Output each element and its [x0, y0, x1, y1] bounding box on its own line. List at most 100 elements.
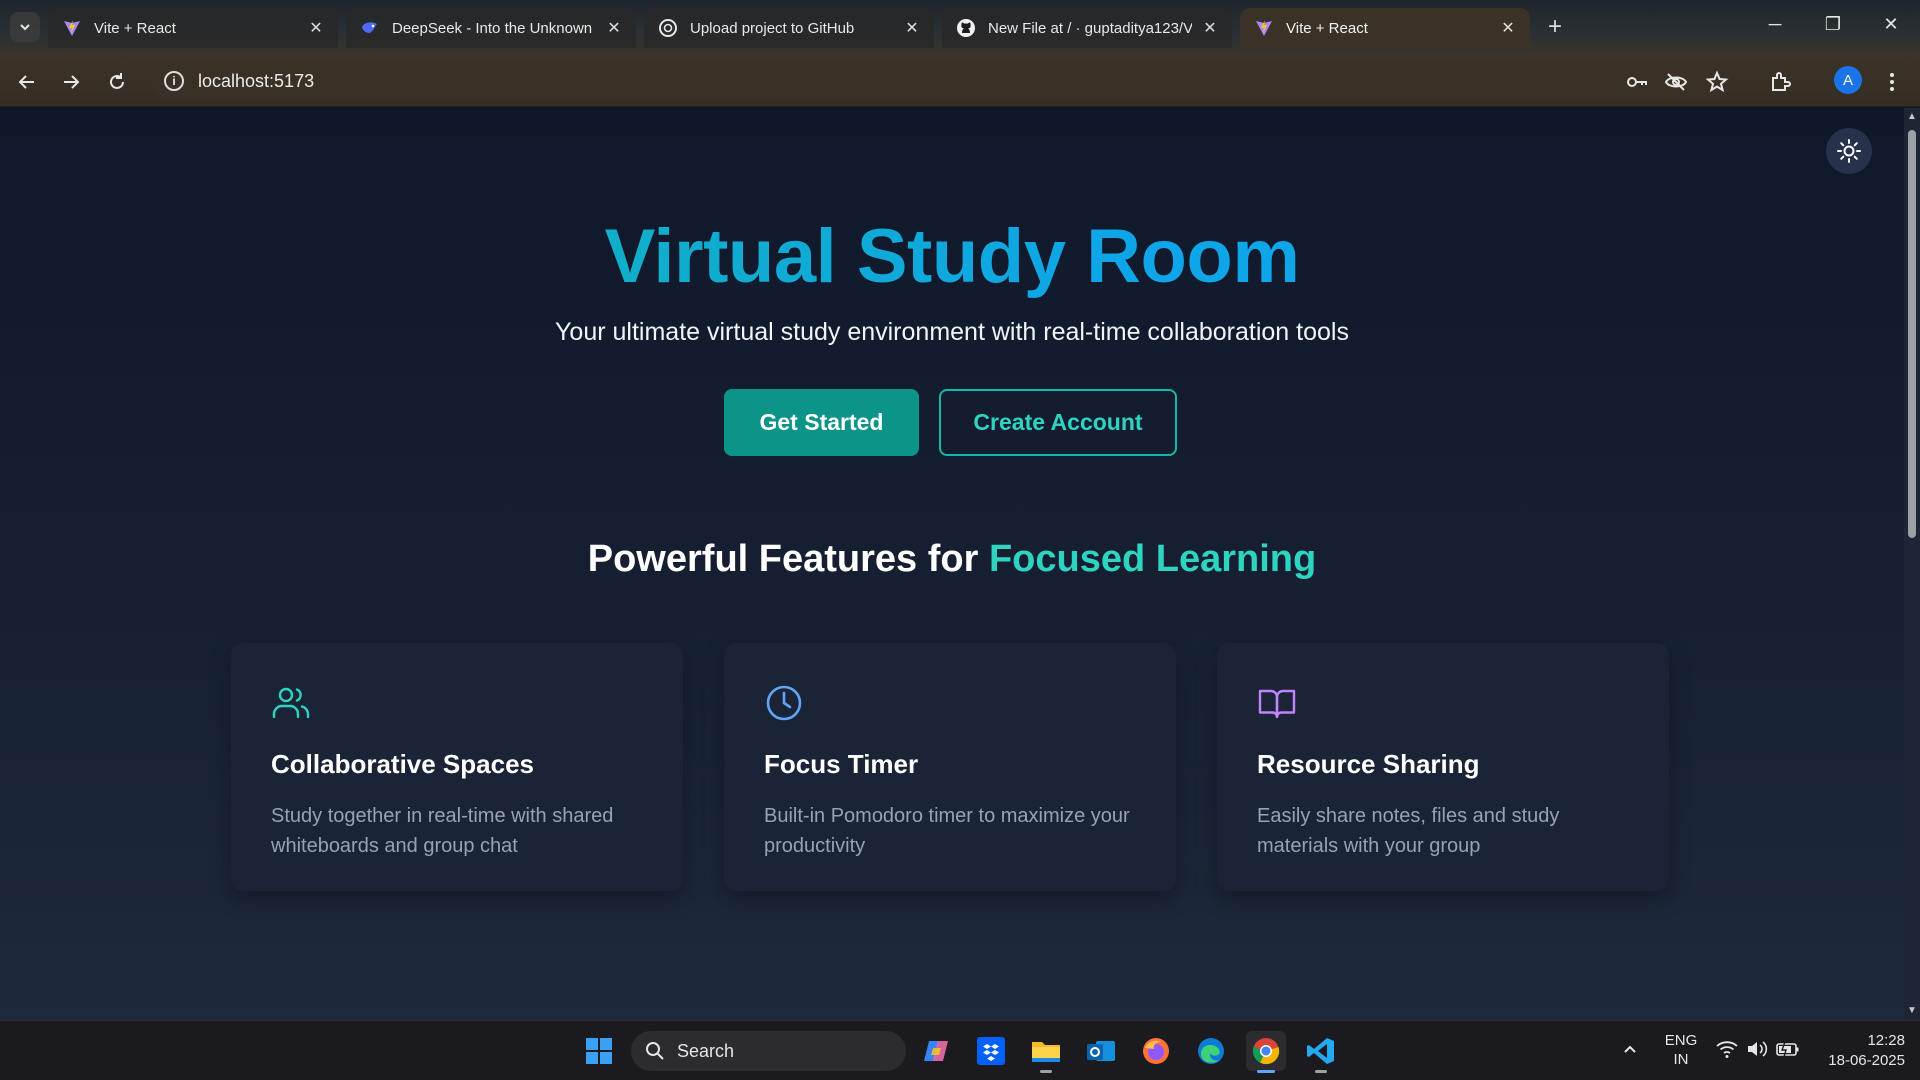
show-hidden-icons-button[interactable]: [1622, 1041, 1638, 1061]
book-open-icon: [1258, 689, 1296, 719]
outlook-app[interactable]: [1081, 1031, 1121, 1071]
battery-icon[interactable]: [1776, 1040, 1800, 1062]
close-icon[interactable]: ✕: [902, 18, 922, 38]
browser-tab[interactable]: Vite + React ✕: [48, 8, 338, 48]
bookmark-star-icon[interactable]: [1703, 68, 1731, 96]
clock-icon: [766, 685, 802, 721]
tab-title: New File at / · guptaditya123/V: [988, 19, 1192, 37]
close-icon[interactable]: ✕: [1498, 18, 1518, 38]
deepseek-icon: [362, 22, 377, 33]
site-info-icon[interactable]: i: [164, 71, 184, 91]
region-code: IN: [1673, 1051, 1689, 1068]
scroll-up-arrow-icon[interactable]: ▲: [1907, 112, 1917, 122]
clock-date: 18-06-2025: [1828, 1052, 1905, 1069]
features-heading: Powerful Features for Focused Learning: [0, 538, 1904, 581]
password-key-icon[interactable]: [1623, 68, 1651, 96]
openai-icon: [659, 19, 677, 37]
browser-menu-icon[interactable]: [1878, 68, 1906, 96]
extensions-icon[interactable]: [1767, 68, 1795, 96]
dropbox-icon: [977, 1037, 1005, 1065]
sun-icon: [1837, 139, 1861, 163]
tab-title: DeepSeek - Into the Unknown: [392, 19, 593, 37]
card-description: Built-in Pomodoro timer to maximize your…: [764, 805, 1130, 857]
feature-card-focus-timer: Focus Timer Built-in Pomodoro timer to m…: [724, 643, 1176, 891]
vite-icon: [1256, 20, 1272, 36]
chevron-up-icon: [1624, 1045, 1636, 1053]
scroll-down-arrow-icon[interactable]: ▼: [1907, 1006, 1917, 1016]
scrollbar-thumb[interactable]: [1908, 130, 1916, 538]
restore-button[interactable]: ❐: [1810, 8, 1856, 40]
hero-subtitle: Your ultimate virtual study environment …: [555, 318, 1349, 346]
back-button[interactable]: [12, 67, 42, 97]
vscode-icon: [1307, 1038, 1334, 1064]
browser-tab[interactable]: New File at / · guptaditya123/V ✕: [942, 8, 1232, 48]
card-description: Study together in real-time with shared …: [271, 805, 614, 857]
running-indicator: [1257, 1070, 1275, 1073]
close-window-button[interactable]: ✕: [1868, 8, 1914, 40]
search-icon: [646, 1042, 664, 1060]
arrow-left-icon: [18, 75, 34, 89]
start-button[interactable]: [579, 1031, 619, 1071]
language-code: ENG: [1664, 1032, 1698, 1049]
page-scrollbar[interactable]: ▲ ▼: [1904, 108, 1920, 1020]
features-heading-prefix: Powerful Features for: [587, 538, 989, 580]
feature-card-collaborative-spaces: Collaborative Spaces Study together in r…: [231, 643, 683, 891]
windows-logo-icon: [586, 1038, 612, 1064]
close-icon[interactable]: ✕: [604, 18, 624, 38]
wifi-icon[interactable]: [1716, 1039, 1738, 1063]
forward-button[interactable]: [56, 67, 86, 97]
card-description: Easily share notes, files and study mate…: [1257, 805, 1560, 857]
new-tab-button[interactable]: +: [1540, 12, 1570, 42]
taskbar-search-box[interactable]: Search: [631, 1031, 906, 1071]
arrow-right-icon: [64, 75, 80, 89]
browser-tab[interactable]: Upload project to GitHub ✕: [644, 8, 934, 48]
features-heading-accent: Focused Learning: [988, 538, 1317, 580]
close-icon[interactable]: ✕: [1200, 18, 1220, 38]
folder-icon: [1032, 1042, 1060, 1062]
address-bar[interactable]: i localhost:5173: [150, 62, 1730, 100]
clock-time: 12:28: [1867, 1032, 1905, 1049]
file-explorer-app[interactable]: [1026, 1031, 1066, 1073]
tab-title: Vite + React: [94, 19, 176, 37]
language-indicator[interactable]: ENG IN: [1664, 1031, 1698, 1069]
edge-app[interactable]: [1191, 1031, 1231, 1071]
running-indicator: [1315, 1070, 1327, 1073]
vscode-app[interactable]: [1301, 1031, 1341, 1073]
chrome-app[interactable]: [1246, 1031, 1286, 1073]
vite-icon: [64, 20, 80, 36]
address-text: localhost:5173: [198, 70, 315, 91]
minimize-button[interactable]: ─: [1752, 8, 1798, 40]
card-title: Collaborative Spaces: [271, 749, 534, 779]
windows-taskbar: Search ENG IN 12:28 18-06-2025: [0, 1020, 1920, 1080]
tab-search-button[interactable]: [10, 12, 40, 42]
tab-title: Upload project to GitHub: [690, 19, 855, 37]
chevron-down-icon: [20, 24, 30, 31]
running-indicator: [1040, 1070, 1052, 1073]
theme-toggle-button[interactable]: [1826, 128, 1872, 174]
hero-title: Virtual Study Room: [0, 213, 1904, 300]
github-icon: [957, 19, 975, 37]
reload-button[interactable]: [102, 67, 132, 97]
profile-avatar[interactable]: A: [1834, 66, 1862, 94]
copilot-app[interactable]: [916, 1031, 956, 1071]
dropbox-app[interactable]: [971, 1031, 1011, 1071]
firefox-icon: [1143, 1038, 1169, 1064]
browser-tab[interactable]: DeepSeek - Into the Unknown ✕: [346, 8, 636, 48]
eye-off-icon[interactable]: [1662, 68, 1690, 96]
get-started-button[interactable]: Get Started: [724, 389, 919, 456]
create-account-button[interactable]: Create Account: [939, 389, 1177, 456]
volume-icon[interactable]: [1746, 1039, 1768, 1063]
reload-icon: [110, 73, 124, 89]
card-title: Focus Timer: [764, 749, 919, 779]
feature-card-resource-sharing: Resource Sharing Easily share notes, fil…: [1217, 643, 1669, 891]
clock[interactable]: 12:28 18-06-2025: [1815, 1031, 1905, 1071]
edge-icon: [1198, 1038, 1224, 1064]
firefox-app[interactable]: [1136, 1031, 1176, 1071]
copilot-icon: [924, 1041, 948, 1061]
outlook-icon: [1087, 1041, 1115, 1061]
close-icon[interactable]: ✕: [306, 18, 326, 38]
browser-tab-strip: Vite + React ✕ DeepSeek - Into the Unkno…: [0, 0, 1920, 55]
browser-tab-active[interactable]: Vite + React ✕: [1240, 8, 1530, 48]
tab-title: Vite + React: [1286, 19, 1368, 37]
browser-toolbar: i localhost:5173: [0, 55, 1920, 107]
